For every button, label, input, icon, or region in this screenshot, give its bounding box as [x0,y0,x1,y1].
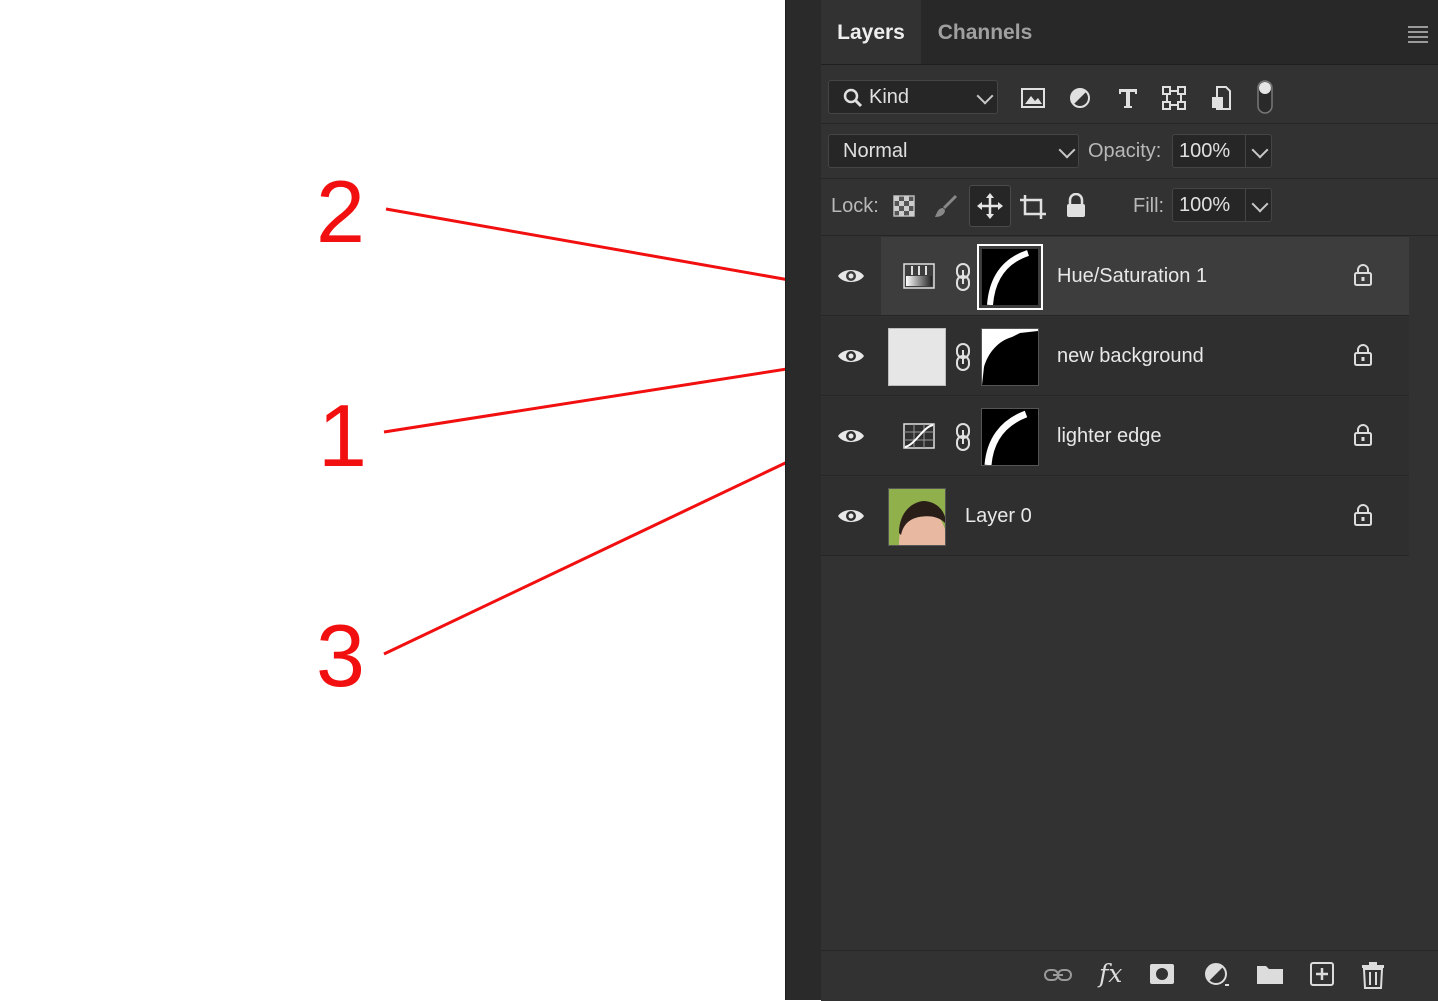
image-filter-icon[interactable] [1020,87,1046,109]
annotation-line-1 [383,364,807,434]
kind-filter-label: Kind [869,86,910,108]
lock-all-icon[interactable] [1065,193,1087,219]
layer-lock-icon [1354,344,1372,366]
lock-image-pixels-icon[interactable] [933,193,959,219]
blend-row: Normal Opacity: 100% [821,124,1438,179]
chevron-down-icon[interactable] [1251,141,1269,159]
annotation-number-1: 1 [318,386,367,485]
layers-panel: Layers Channels Kind Normal Opacity: 100… [821,0,1438,1001]
fx-icon[interactable]: fx [1099,959,1122,988]
blend-mode-value: Normal [843,140,908,162]
filter-toggle-icon[interactable] [1255,79,1275,115]
filter-row: Kind [821,65,1438,124]
layer-mask-thumbnail[interactable] [981,408,1039,466]
layer-mask-thumbnail[interactable] [981,328,1039,386]
mask-image [982,409,1038,465]
visibility-eye-icon[interactable] [837,507,865,525]
layer-row-new-background[interactable]: new background [821,317,1409,396]
tab-layers[interactable]: Layers [821,0,921,64]
layers-bottom-toolbar: fx [821,950,1438,1001]
curves-adjustment-icon [903,423,935,449]
new-group-icon[interactable] [1256,963,1284,985]
new-adjustment-icon[interactable] [1204,962,1230,988]
layer-mask-thumbnail[interactable] [977,244,1043,310]
lock-position-button[interactable] [969,185,1011,227]
layer-lock-icon [1354,424,1372,446]
mask-image [982,249,1038,305]
portrait-image [889,489,945,545]
new-layer-icon[interactable] [1310,962,1334,986]
layer-lock-icon [1354,264,1372,286]
visibility-eye-icon[interactable] [837,347,865,365]
link-layers-icon[interactable] [1043,965,1073,985]
tab-channels[interactable]: Channels [923,0,1047,64]
layer-name[interactable]: lighter edge [1057,425,1162,448]
layer-row-hue-saturation[interactable]: Hue/Saturation 1 [821,237,1409,316]
fill-divider [1245,189,1246,221]
kind-filter-dropdown[interactable]: Kind [828,80,998,114]
blend-mode-dropdown[interactable]: Normal [828,134,1079,168]
annotation-line-2 [385,207,813,286]
opacity-value: 100% [1179,140,1231,162]
mask-image [982,329,1038,385]
shape-filter-icon[interactable] [1162,86,1186,110]
add-mask-icon[interactable] [1149,963,1175,985]
annotation-number-2: 2 [316,162,365,261]
chevron-down-icon [1058,141,1076,159]
fill-field[interactable]: 100% [1172,188,1272,222]
panel-tab-bar: Layers Channels [821,0,1438,65]
visibility-eye-icon[interactable] [837,427,865,445]
move-icon [977,193,1003,219]
layer-name[interactable]: Layer 0 [965,505,1032,528]
annotation-line-3 [383,454,801,656]
layer-row-layer-0[interactable]: Layer 0 [821,477,1409,556]
lock-artboard-icon[interactable] [1019,194,1047,220]
mask-link-icon[interactable] [954,262,972,292]
layer-image-thumbnail[interactable] [888,488,946,546]
opacity-label: Opacity: [1088,140,1162,162]
layer-lock-icon [1354,504,1372,526]
chevron-down-icon[interactable] [1251,195,1269,213]
mask-link-icon[interactable] [954,422,972,452]
opacity-field[interactable]: 100% [1172,134,1272,168]
delete-layer-icon[interactable] [1361,961,1385,989]
mask-link-icon[interactable] [954,342,972,372]
adjustment-filter-icon[interactable] [1069,87,1091,109]
layer-row-lighter-edge[interactable]: lighter edge [821,397,1409,476]
layer-name[interactable]: new background [1057,345,1204,368]
smart-object-filter-icon[interactable] [1210,85,1232,111]
layer-name[interactable]: Hue/Saturation 1 [1057,265,1207,288]
lock-row: Lock: Fill: 100% [821,179,1438,236]
fill-value: 100% [1179,194,1231,216]
annotation-number-3: 3 [316,606,365,705]
layers-list: Hue/Saturation 1 new background lighter … [821,237,1438,949]
lock-label: Lock: [831,195,879,217]
lock-transparent-pixels-icon[interactable] [893,195,915,217]
hue-saturation-adjustment-icon [903,263,935,289]
panel-menu-icon[interactable] [1408,26,1428,43]
panel-dock-strip [785,0,822,1000]
type-filter-icon[interactable] [1117,87,1139,109]
visibility-eye-icon[interactable] [837,267,865,285]
fill-label: Fill: [1133,195,1165,217]
chevron-down-icon [976,87,994,105]
opacity-divider [1245,135,1246,167]
solid-fill-thumbnail[interactable] [888,328,946,386]
search-icon [843,88,863,108]
